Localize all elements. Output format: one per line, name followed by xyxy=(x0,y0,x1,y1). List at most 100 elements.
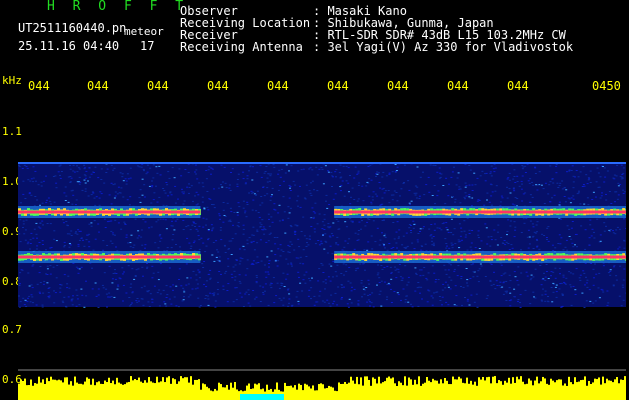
noise-speck xyxy=(314,243,317,245)
noise-speck xyxy=(447,195,450,197)
power-bar xyxy=(416,384,418,400)
noise-speck xyxy=(370,203,373,205)
noise-speck xyxy=(534,166,536,168)
noise-speck xyxy=(181,300,184,302)
noise-speck xyxy=(615,229,618,231)
noise-speck xyxy=(248,170,250,172)
noise-speck xyxy=(372,220,375,222)
noise-speck xyxy=(360,280,363,281)
noise-speck xyxy=(153,285,156,287)
noise-speck xyxy=(308,277,310,279)
noise-speck xyxy=(609,274,612,276)
noise-speck xyxy=(259,204,262,206)
power-bar xyxy=(508,377,510,400)
power-bar xyxy=(460,378,462,400)
noise-speck xyxy=(255,282,258,284)
noise-speck xyxy=(91,288,94,290)
noise-speck xyxy=(584,248,587,250)
noise-speck xyxy=(245,216,248,218)
noise-speck xyxy=(426,279,429,281)
noise-speck xyxy=(464,192,467,194)
noise-speck xyxy=(473,172,476,174)
noise-speck xyxy=(202,217,205,219)
noise-speck xyxy=(424,243,427,245)
noise-speck xyxy=(459,240,462,242)
noise-speck xyxy=(601,192,603,194)
noise-speck xyxy=(570,304,573,306)
power-bar xyxy=(210,390,212,400)
noise-speck xyxy=(532,184,535,186)
noise-speck xyxy=(616,164,619,166)
noise-speck xyxy=(149,167,152,169)
noise-speck xyxy=(547,301,550,303)
noise-speck xyxy=(430,224,433,225)
noise-speck xyxy=(502,273,505,275)
noise-speck xyxy=(88,167,91,169)
noise-speck xyxy=(370,179,373,181)
noise-speck xyxy=(105,172,108,173)
noise-speck xyxy=(438,296,441,297)
power-bar xyxy=(380,383,382,400)
noise-layer xyxy=(18,162,626,308)
noise-speck xyxy=(592,284,595,286)
noise-speck xyxy=(142,168,145,170)
noise-speck xyxy=(256,242,259,244)
noise-speck xyxy=(332,198,335,200)
noise-speck xyxy=(155,221,158,223)
noise-speck xyxy=(407,281,410,283)
noise-speck xyxy=(70,299,73,300)
noise-speck xyxy=(280,282,283,284)
noise-speck xyxy=(322,281,325,283)
noise-speck xyxy=(97,177,100,179)
noise-speck xyxy=(45,249,47,251)
noise-speck xyxy=(376,171,379,173)
noise-speck xyxy=(84,188,87,190)
power-bar xyxy=(230,382,232,400)
power-bar xyxy=(570,382,572,400)
noise-speck xyxy=(366,249,369,251)
noise-speck xyxy=(85,280,87,282)
noise-speck xyxy=(597,172,600,174)
noise-speck xyxy=(396,221,399,223)
file-name: UT2511160440.pn xyxy=(18,21,127,35)
power-bar xyxy=(470,380,472,400)
noise-speck xyxy=(151,186,154,188)
noise-speck xyxy=(483,204,486,206)
noise-speck xyxy=(381,197,384,199)
noise-speck xyxy=(270,216,273,218)
noise-speck xyxy=(568,271,571,273)
power-bar xyxy=(568,376,570,400)
noise-speck xyxy=(230,240,233,242)
noise-speck xyxy=(518,185,521,187)
noise-speck xyxy=(335,243,338,245)
power-bar xyxy=(72,385,74,400)
noise-speck xyxy=(328,204,331,205)
noise-speck xyxy=(536,231,538,233)
noise-speck xyxy=(205,245,208,247)
noise-speck xyxy=(385,175,388,177)
noise-speck xyxy=(464,198,466,200)
noise-speck xyxy=(529,303,532,305)
noise-speck xyxy=(133,244,136,246)
noise-speck xyxy=(28,192,31,194)
noise-speck xyxy=(447,269,450,271)
noise-speck xyxy=(93,172,95,173)
noise-speck xyxy=(341,180,344,182)
noise-speck xyxy=(552,291,555,293)
noise-speck xyxy=(203,261,206,262)
noise-speck xyxy=(257,212,260,213)
noise-speck xyxy=(513,204,516,206)
noise-speck xyxy=(294,234,297,235)
noise-speck xyxy=(207,230,210,232)
noise-speck xyxy=(555,164,558,165)
noise-speck xyxy=(234,233,237,235)
noise-speck xyxy=(264,229,267,231)
noise-speck xyxy=(219,229,222,231)
noise-speck xyxy=(362,263,365,265)
noise-speck xyxy=(508,287,511,289)
noise-speck xyxy=(28,193,31,195)
noise-speck xyxy=(555,291,558,293)
noise-speck xyxy=(478,248,481,249)
noise-speck xyxy=(172,289,174,291)
noise-speck xyxy=(228,184,231,186)
